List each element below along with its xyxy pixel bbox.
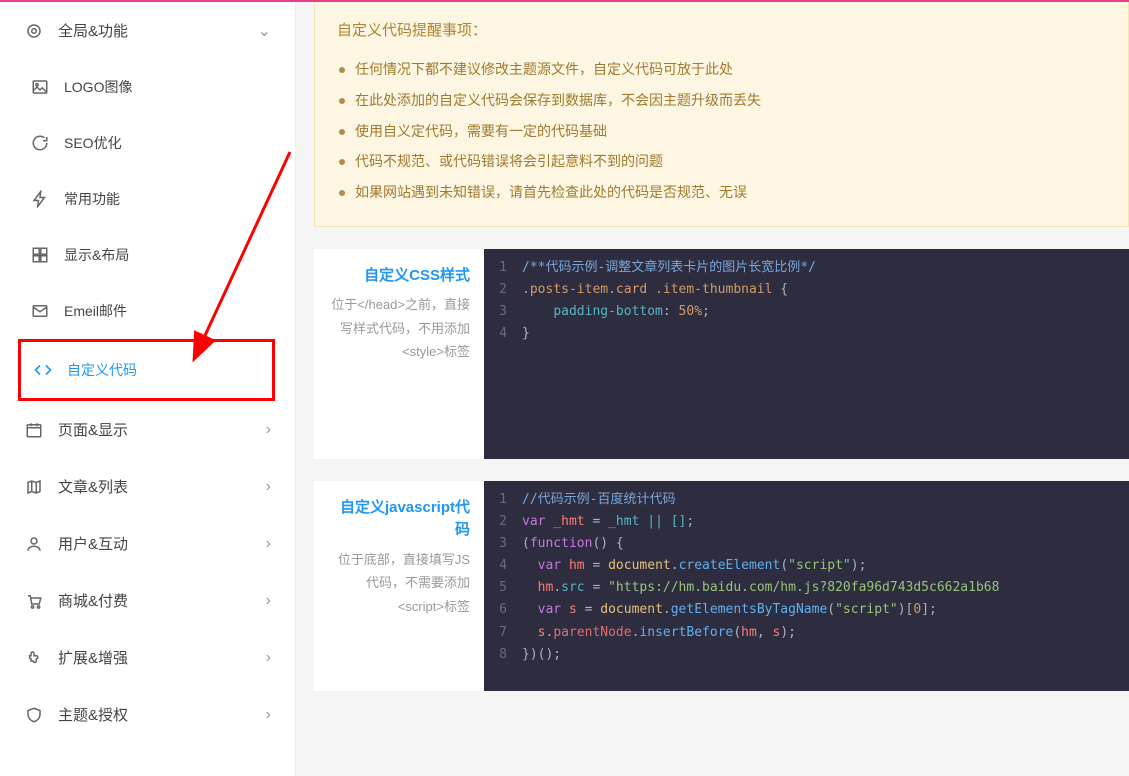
- sidebar-item-custom-code[interactable]: 自定义代码: [21, 342, 272, 398]
- notice-box: 自定义代码提醒事项： 任何情况下都不建议修改主题源文件，自定义代码可放于此处 在…: [314, 0, 1129, 227]
- sidebar-group-user-interact[interactable]: 用户&互动 ›: [0, 515, 295, 572]
- sidebar-item-logo[interactable]: LOGO图像: [0, 59, 295, 115]
- notice-item: 代码不规范、或代码错误将会引起意料不到的问题: [339, 146, 1106, 177]
- sidebar-item-label: Emeil邮件: [64, 301, 127, 321]
- section-head: 自定义CSS样式 位于</head>之前，直接写样式代码，不用添加<style>…: [314, 249, 484, 459]
- gear-icon: [24, 21, 44, 41]
- line-number: 8: [484, 644, 522, 666]
- chevron-right-icon: ›: [266, 421, 271, 439]
- sidebar: 全局&功能 ⌄ LOGO图像 SEO优化 常用功能 显示&布局: [0, 0, 296, 776]
- line-number: 3: [484, 301, 522, 323]
- section-head: 自定义javascript代码 位于底部，直接填写JS代码，不需要添加<scri…: [314, 481, 484, 691]
- cart-icon: [24, 591, 44, 611]
- notice-item: 任何情况下都不建议修改主题源文件，自定义代码可放于此处: [339, 54, 1106, 85]
- refresh-icon: [30, 133, 50, 153]
- line-number: 4: [484, 323, 522, 345]
- sidebar-group-extend[interactable]: 扩展&增强 ›: [0, 629, 295, 686]
- line-number: 6: [484, 599, 522, 621]
- section-title: 自定义CSS样式: [328, 265, 470, 288]
- sidebar-parent-label: 全局&功能: [58, 20, 128, 41]
- sidebar-group-label: 文章&列表: [58, 476, 128, 497]
- section-desc: 位于</head>之前，直接写样式代码，不用添加<style>标签: [328, 293, 470, 363]
- sidebar-item-label: 显示&布局: [64, 245, 129, 265]
- sidebar-item-layout[interactable]: 显示&布局: [0, 227, 295, 283]
- shield-icon: [24, 705, 44, 725]
- sidebar-item-email[interactable]: Emeil邮件: [0, 283, 295, 339]
- sidebar-item-label: SEO优化: [64, 133, 122, 153]
- top-accent-bar: [0, 0, 1129, 2]
- line-number: 5: [484, 577, 522, 599]
- notice-item: 在此处添加的自定义代码会保存到数据库，不会因主题升级而丢失: [339, 85, 1106, 116]
- notice-item: 使用自义定代码，需要有一定的代码基础: [339, 116, 1106, 147]
- main-content: 自定义代码提醒事项： 任何情况下都不建议修改主题源文件，自定义代码可放于此处 在…: [296, 0, 1129, 776]
- code-editor-css[interactable]: 1/**代码示例-调整文章列表卡片的图片长宽比例*/ 2.posts-item.…: [484, 249, 1129, 459]
- line-number: 2: [484, 511, 522, 533]
- section-custom-css: 自定义CSS样式 位于</head>之前，直接写样式代码，不用添加<style>…: [314, 249, 1129, 459]
- mail-icon: [30, 301, 50, 321]
- map-icon: [24, 477, 44, 497]
- layout: 全局&功能 ⌄ LOGO图像 SEO优化 常用功能 显示&布局: [0, 0, 1129, 776]
- line-number: 3: [484, 533, 522, 555]
- sidebar-item-label: 自定义代码: [67, 360, 137, 380]
- line-number: 1: [484, 257, 522, 279]
- puzzle-icon: [24, 648, 44, 668]
- sidebar-group-label: 主题&授权: [58, 704, 128, 725]
- section-title: 自定义javascript代码: [328, 497, 470, 542]
- sidebar-item-label: LOGO图像: [64, 77, 132, 97]
- code-icon: [33, 360, 53, 380]
- sidebar-group-page-display[interactable]: 页面&显示 ›: [0, 401, 295, 458]
- section-desc: 位于底部，直接填写JS代码，不需要添加<script>标签: [328, 548, 470, 618]
- notice-list: 任何情况下都不建议修改主题源文件，自定义代码可放于此处 在此处添加的自定义代码会…: [337, 54, 1106, 208]
- image-icon: [30, 77, 50, 97]
- chevron-down-icon: ⌄: [258, 21, 271, 41]
- sidebar-group-label: 扩展&增强: [58, 647, 128, 668]
- sidebar-group-label: 用户&互动: [58, 533, 128, 554]
- line-number: 7: [484, 622, 522, 644]
- sidebar-group-theme-license[interactable]: 主题&授权 ›: [0, 686, 295, 743]
- notice-title: 自定义代码提醒事项：: [337, 19, 1106, 40]
- sidebar-item-seo[interactable]: SEO优化: [0, 115, 295, 171]
- sidebar-parent-global[interactable]: 全局&功能 ⌄: [0, 2, 295, 59]
- chevron-right-icon: ›: [266, 535, 271, 553]
- line-number: 2: [484, 279, 522, 301]
- bolt-icon: [30, 189, 50, 209]
- code-editor-js[interactable]: 1//代码示例-百度统计代码 2var _hmt = _hmt || []; 3…: [484, 481, 1129, 691]
- line-number: 4: [484, 555, 522, 577]
- chevron-right-icon: ›: [266, 478, 271, 496]
- sidebar-group-label: 页面&显示: [58, 419, 128, 440]
- sidebar-item-label: 常用功能: [64, 189, 120, 209]
- section-custom-js: 自定义javascript代码 位于底部，直接填写JS代码，不需要添加<scri…: [314, 481, 1129, 691]
- chevron-right-icon: ›: [266, 592, 271, 610]
- sidebar-group-label: 商城&付费: [58, 590, 128, 611]
- notice-item: 如果网站遇到未知错误，请首先检查此处的代码是否规范、无误: [339, 177, 1106, 208]
- line-number: 1: [484, 489, 522, 511]
- sidebar-item-common[interactable]: 常用功能: [0, 171, 295, 227]
- grid-icon: [30, 245, 50, 265]
- sidebar-group-shop-pay[interactable]: 商城&付费 ›: [0, 572, 295, 629]
- chevron-right-icon: ›: [266, 649, 271, 667]
- chevron-right-icon: ›: [266, 706, 271, 724]
- highlight-box: 自定义代码: [18, 339, 275, 401]
- sidebar-group-article-list[interactable]: 文章&列表 ›: [0, 458, 295, 515]
- calendar-icon: [24, 420, 44, 440]
- user-icon: [24, 534, 44, 554]
